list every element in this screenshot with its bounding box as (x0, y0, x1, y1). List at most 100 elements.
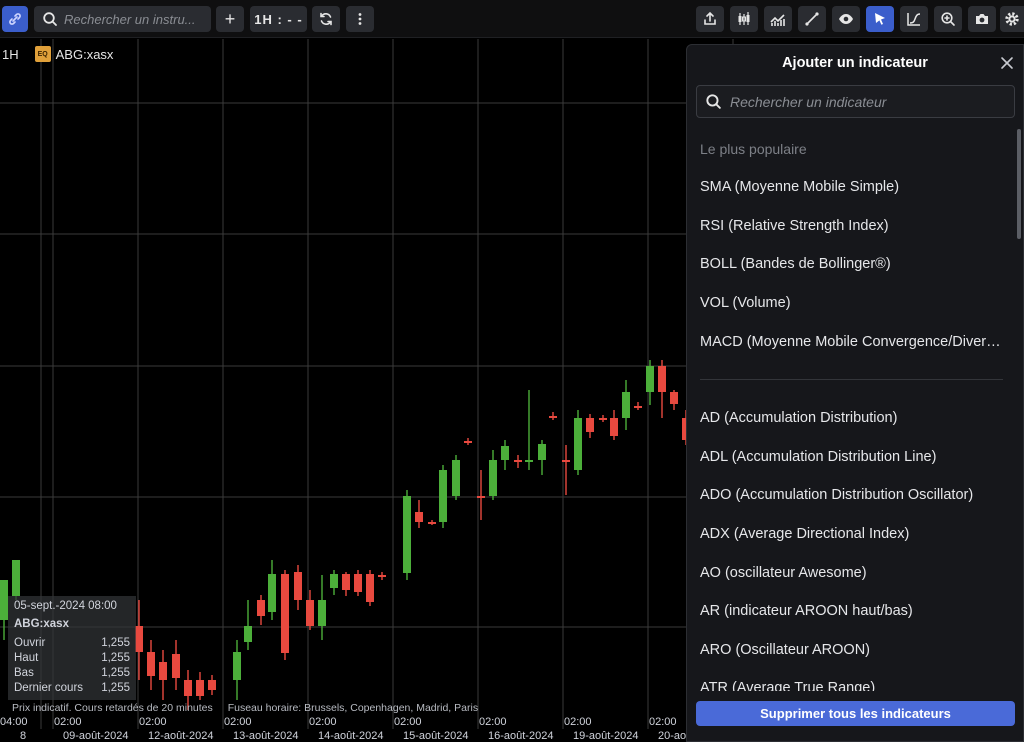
chart-disclaimer: Prix indicatif. Cours retardés de 20 min… (12, 702, 490, 714)
legend-row: Haut 1,255 (14, 651, 130, 666)
candle-body (172, 654, 180, 678)
legend-row: Bas 1,255 (14, 666, 130, 681)
candle-body (378, 575, 386, 577)
candle-body (196, 680, 204, 696)
indicators-button[interactable] (764, 6, 792, 32)
candle-body (12, 560, 20, 596)
panel-scrollbar[interactable] (1017, 129, 1021, 239)
legend-row: Dernier cours 1,255 (14, 681, 130, 696)
indicator-item-ao[interactable]: AO (oscillateur Awesome) (700, 565, 1005, 581)
link-icon (9, 13, 21, 25)
candle-body (366, 574, 374, 602)
legend-label: Bas (14, 667, 34, 679)
candle-body (562, 460, 570, 462)
timezone-notice: Fuseau horaire: Brussels, Copenhagen, Ma… (227, 702, 479, 714)
candle-body (0, 580, 8, 620)
symbol-interval[interactable]: 1H (2, 47, 19, 62)
settings-button[interactable] (1000, 6, 1024, 32)
candle-body (330, 574, 338, 588)
time-axis-hour-label: 02:00 (224, 716, 252, 728)
time-axis-hour-label: 04:00 (0, 716, 28, 728)
indicator-item-aro[interactable]: ARO (Oscillateur AROON) (700, 642, 1005, 658)
time-axis-hour-label: 02:00 (139, 716, 167, 728)
popular-section-title: Le plus populaire (700, 141, 807, 157)
share-button[interactable] (696, 6, 724, 32)
candle-body (464, 441, 472, 443)
indicator-item-ado[interactable]: ADO (Accumulation Distribution Oscillato… (700, 487, 1005, 503)
indicator-item-ar[interactable]: AR (indicateur AROON haut/bas) (700, 603, 1005, 619)
candle-body (281, 574, 289, 653)
indicator-item-sma[interactable]: SMA (Moyenne Mobile Simple) (700, 179, 1005, 195)
search-icon (706, 94, 721, 109)
candles-icon (738, 12, 750, 25)
indicator-item-rsi[interactable]: RSI (Relative Strength Index) (700, 218, 1005, 234)
cursor-button[interactable] (866, 6, 894, 32)
curve-icon (907, 13, 921, 26)
candle-body (477, 496, 485, 498)
candle-body (244, 626, 252, 642)
symbol-search-input[interactable]: Rechercher un instru... (34, 6, 211, 32)
candle-body (342, 574, 350, 590)
zoom-button[interactable] (934, 6, 962, 32)
indicator-list[interactable]: Le plus populaire SMA (Moyenne Mobile Si… (687, 129, 1017, 691)
candle-body (147, 652, 155, 676)
candle-body (428, 522, 436, 524)
search-icon (43, 12, 57, 26)
indicator-item-adl[interactable]: ADL (Accumulation Distribution Line) (700, 449, 1005, 465)
add-symbol-button[interactable]: + (216, 6, 244, 32)
time-axis-date-label: 16-août-2024 (488, 730, 554, 742)
indicator-item-adx[interactable]: ADX (Average Directional Index) (700, 526, 1005, 542)
screenshot-button[interactable] (968, 6, 996, 32)
indicator-item-boll[interactable]: BOLL (Bandes de Bollinger®) (700, 256, 1005, 272)
symbol-name[interactable]: ABG:xasx (56, 47, 114, 62)
time-axis-hour-label: 02:00 (394, 716, 422, 728)
time-axis-hour-label: 02:00 (309, 716, 337, 728)
camera-icon (976, 14, 988, 24)
more-options-button[interactable] (346, 6, 374, 32)
close-icon[interactable] (999, 55, 1015, 71)
link-button[interactable] (2, 6, 28, 32)
zoom-icon (941, 12, 955, 26)
indicator-item-ad[interactable]: AD (Accumulation Distribution) (700, 410, 1005, 426)
candle-body (159, 662, 167, 680)
legend-row: Ouvrir 1,255 (14, 636, 130, 651)
exchange-badge: EQ (34, 46, 51, 62)
candle-body (586, 418, 594, 432)
candle-body (634, 406, 642, 408)
candle-body (670, 392, 678, 404)
legend-label: Haut (14, 652, 39, 664)
indicator-search-placeholder: Rechercher un indicateur (730, 93, 887, 110)
draw-line-icon (805, 12, 819, 26)
legend-value: 1,255 (101, 652, 130, 664)
interval-button[interactable]: 1H : - - (250, 6, 307, 32)
time-axis-date-label: 8 (20, 730, 27, 742)
candle-body (208, 680, 216, 690)
candle-body (318, 600, 326, 626)
candle-body (525, 460, 533, 462)
time-axis-hour-label: 02:00 (479, 716, 507, 728)
candle-body (403, 496, 411, 573)
visibility-button[interactable] (832, 6, 860, 32)
candle-body (306, 600, 314, 626)
draw-line-button[interactable] (798, 6, 826, 32)
candle-body (658, 366, 666, 392)
share-icon (704, 11, 716, 25)
candle-body (354, 574, 362, 592)
candle-body (599, 418, 607, 420)
remove-all-indicators-button[interactable]: Supprimer tous les indicateurs (696, 701, 1015, 726)
indicator-item-atr[interactable]: ATR (Average True Range) (700, 680, 1005, 691)
refresh-button[interactable] (312, 6, 340, 32)
legend-label: Ouvrir (14, 637, 46, 649)
indicator-search-input[interactable]: Rechercher un indicateur (696, 85, 1015, 118)
indicator-item-vol[interactable]: VOL (Volume) (700, 295, 1005, 311)
indicator-item-macd[interactable]: MACD (Moyenne Mobile Convergence/Diverge… (700, 334, 1005, 350)
gear-icon (1005, 12, 1019, 26)
candle-body (184, 680, 192, 696)
chart-type-button[interactable] (730, 6, 758, 32)
candle-body (646, 366, 654, 392)
curve-tool-button[interactable] (900, 6, 928, 32)
time-axis-hour-label: 02:00 (649, 716, 677, 728)
symbol-search-placeholder: Rechercher un instru... (64, 11, 196, 27)
candle-body (294, 572, 302, 600)
candle-body (514, 460, 522, 462)
